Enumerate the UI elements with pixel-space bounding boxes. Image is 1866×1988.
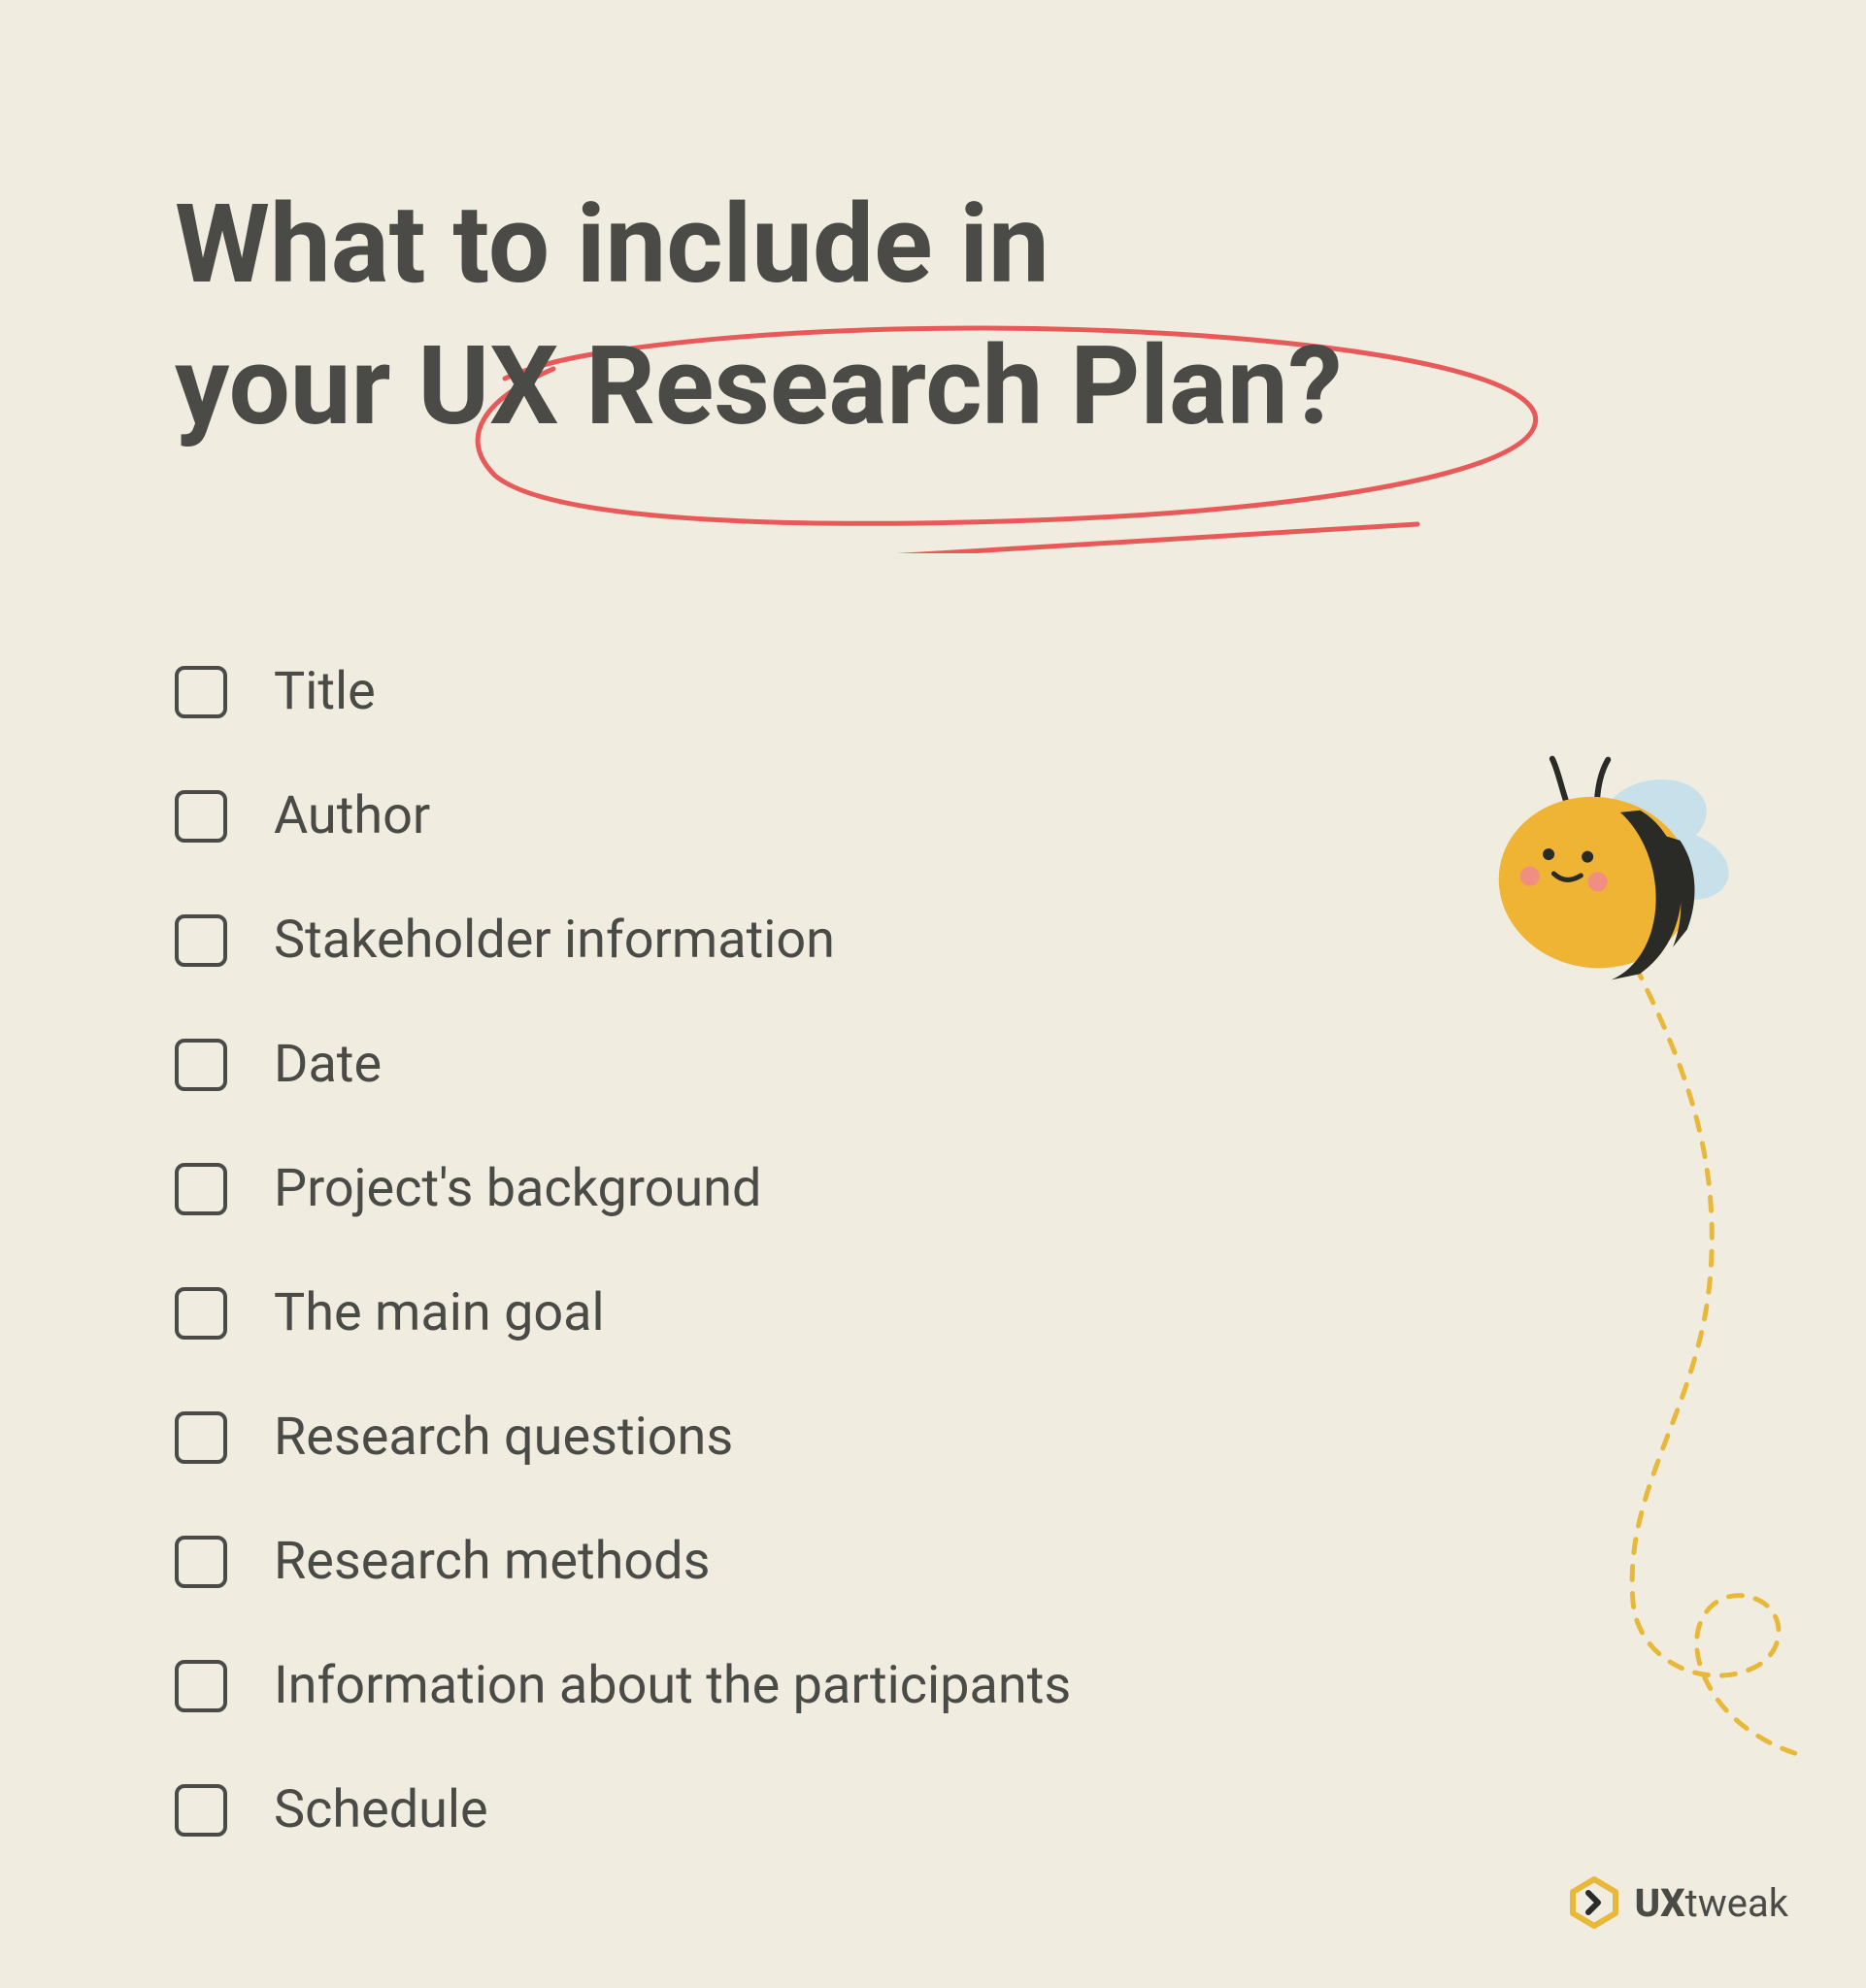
checkbox[interactable]	[175, 1163, 227, 1215]
checkbox[interactable]	[175, 790, 227, 843]
title-line-2: your UX Research Plan?	[175, 323, 1342, 450]
check-label: Stakeholder information	[274, 910, 835, 971]
check-label: The main goal	[274, 1282, 605, 1343]
list-item: Title	[175, 661, 1691, 722]
checkbox[interactable]	[175, 1784, 227, 1837]
bee-illustration	[1419, 728, 1808, 1796]
check-label: Research methods	[274, 1531, 711, 1592]
check-label: Project's background	[274, 1158, 761, 1219]
page-title: What to include in your UX Research Plan…	[175, 175, 1691, 457]
checkbox[interactable]	[175, 914, 227, 967]
check-label: Author	[274, 785, 430, 846]
uxtweak-logo-icon	[1567, 1875, 1621, 1930]
brand-name: UXtweak	[1635, 1880, 1788, 1926]
checkbox[interactable]	[175, 1287, 227, 1340]
check-label: Title	[274, 661, 376, 722]
brand-logo: UXtweak	[1567, 1875, 1788, 1930]
checkbox[interactable]	[175, 1536, 227, 1588]
checkbox[interactable]	[175, 666, 227, 718]
title-line-1: What to include in	[175, 182, 1050, 309]
check-label: Date	[274, 1034, 382, 1095]
checkbox[interactable]	[175, 1411, 227, 1464]
check-label: Research questions	[274, 1407, 733, 1468]
check-label: Information about the participants	[274, 1655, 1071, 1716]
checkbox[interactable]	[175, 1660, 227, 1712]
checkbox[interactable]	[175, 1039, 227, 1091]
check-label: Schedule	[274, 1779, 488, 1840]
